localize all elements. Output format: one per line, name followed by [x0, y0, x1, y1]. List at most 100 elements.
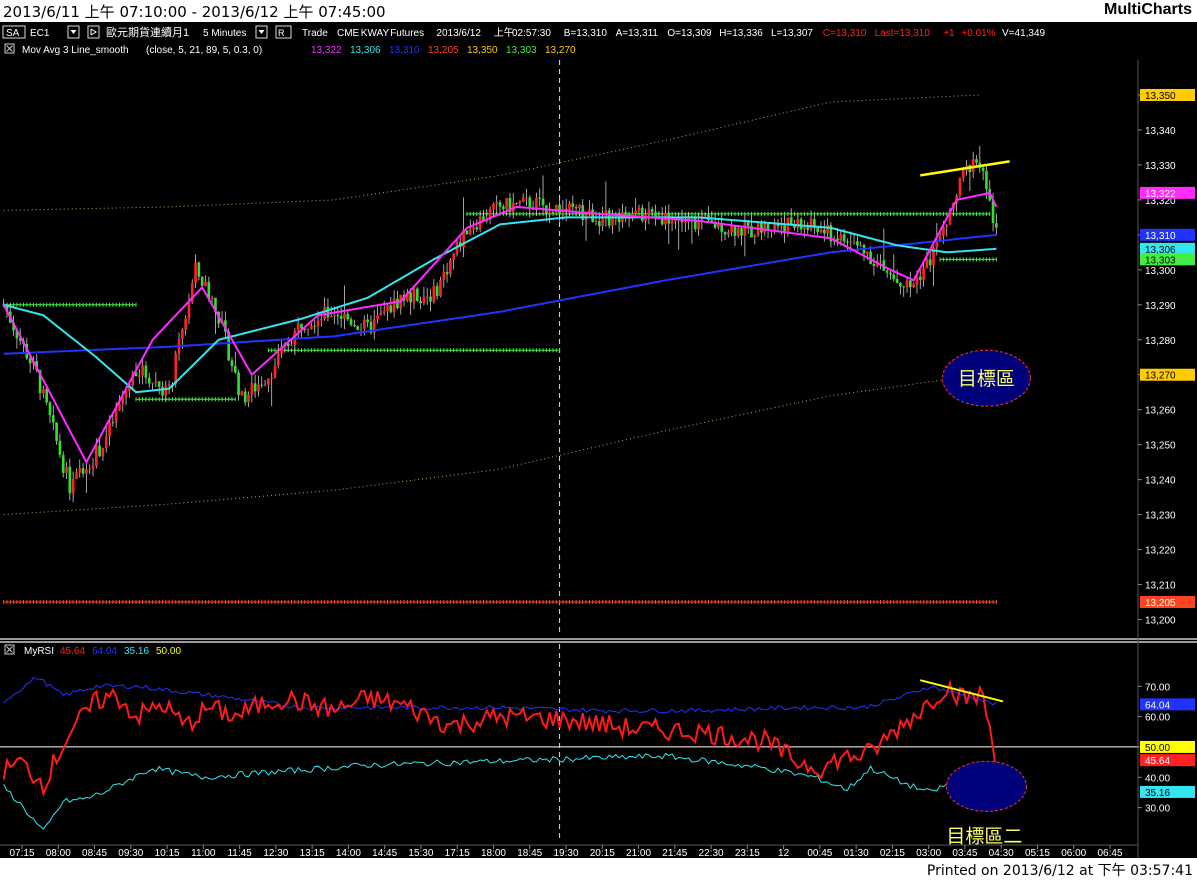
price-tick-label: 13,330	[1145, 161, 1176, 172]
candle-body	[65, 466, 68, 473]
candle-body	[273, 365, 277, 378]
candle-body	[578, 205, 581, 209]
rsi-value: 64.04	[92, 646, 117, 657]
candle-body	[892, 274, 896, 280]
print-timestamp: Printed on 2013/6/12 at 下午 03:57:41	[926, 863, 1193, 879]
price-tick-label: 13,340	[1145, 126, 1176, 137]
time-tick-label: 00:45	[807, 848, 832, 858]
quote-field: A=13,311	[616, 28, 659, 39]
price-marker-label: 13,205	[1145, 598, 1176, 609]
candle-body	[895, 279, 899, 284]
level-ticks	[3, 600, 997, 605]
rsi-indicator-name: MyRSI	[24, 646, 54, 657]
symbol-info-button[interactable]	[87, 25, 100, 39]
candle-body	[501, 206, 505, 210]
ma-params: (close, 5, 21, 89, 5, 0.3, 0)	[146, 45, 262, 56]
symbol-selector-label: SA	[6, 28, 20, 39]
r-button-label: R	[278, 28, 285, 38]
candle-body	[435, 286, 439, 296]
time-tick-label: 03:00	[916, 848, 941, 858]
time-tick-label: 22:30	[699, 848, 724, 858]
time-tick-label: 07:15	[9, 848, 34, 858]
candle-body	[475, 227, 479, 230]
price-tick-label: 13,210	[1145, 581, 1176, 592]
time-tick-label: 06:00	[1061, 848, 1086, 858]
rsi-marker: 35.16	[1140, 785, 1195, 799]
quote-field: 2013/6/12	[436, 28, 481, 39]
candle-body	[591, 209, 594, 222]
candle-body	[386, 305, 389, 312]
candle-body	[872, 263, 876, 266]
candle-body	[58, 440, 62, 455]
candle-body	[918, 276, 922, 280]
quote-field: KWAY	[361, 28, 390, 39]
candle-body	[237, 372, 240, 396]
candle-body	[181, 329, 184, 339]
time-tick-label: 01:30	[844, 848, 869, 858]
candle-body	[339, 316, 343, 319]
rsi-marker-label: 50.00	[1145, 743, 1170, 754]
ma-values: 13,322 13,306 13,310 13,205 13,350 13,303 13,2…	[311, 45, 576, 56]
candle-body	[468, 229, 472, 235]
candle-body	[306, 328, 310, 330]
quote-field: B=13,310	[564, 28, 608, 39]
candle-body	[521, 197, 525, 202]
rsi-marker-label: 35.16	[1145, 788, 1170, 799]
candle-body	[356, 326, 360, 330]
candle-body	[902, 286, 906, 288]
candle-body	[104, 436, 108, 449]
candle-body	[849, 241, 853, 243]
candle-body	[366, 319, 369, 323]
chart-canvas[interactable]: 目標區 目標區二 13,200 13,210 13,220 13,230 13,240 1…	[0, 22, 1197, 858]
price-tick-label: 13,220	[1145, 546, 1176, 557]
candle-body	[816, 228, 820, 232]
price-tick-label: 13,230	[1145, 511, 1176, 522]
quote-field: H=13,336	[719, 28, 763, 39]
time-tick-label: 03:45	[952, 848, 977, 858]
candle	[554, 204, 558, 213]
candle-body	[727, 232, 730, 235]
quote-field: +1	[943, 28, 955, 39]
candle-body	[763, 223, 767, 233]
target-zone-label: 目標區二	[946, 825, 1022, 847]
ma-indicator-name: Mov Avg 3 Line_smooth	[22, 45, 129, 56]
candle-body	[819, 229, 823, 232]
target-zone-ellipse	[945, 760, 1027, 812]
time-tick-label: 02:15	[880, 848, 905, 858]
candle-body	[336, 315, 340, 317]
ma-value: 13,322	[311, 45, 342, 56]
candle-body	[108, 422, 111, 437]
candle-body	[392, 298, 396, 313]
time-tick-label: 17:15	[445, 848, 470, 858]
candle-body	[472, 227, 475, 230]
candle-body	[439, 279, 442, 296]
price-marker: 13,270	[1140, 368, 1195, 382]
candle-body	[253, 383, 257, 392]
candle-body	[111, 422, 115, 424]
candle-body	[42, 389, 45, 394]
price-marker: 13,322	[1140, 186, 1195, 200]
rsi-tick-label: 30.00	[1145, 804, 1170, 815]
target-zone-2[interactable]: 目標區二	[945, 760, 1027, 847]
quote-field: 02:57:30	[512, 28, 551, 39]
candle-body	[396, 298, 399, 309]
time-tick-label: 19:30	[553, 848, 578, 858]
price-marker: 13,205	[1140, 596, 1195, 609]
time-tick-label: 04:30	[989, 848, 1014, 858]
candle-body	[885, 270, 889, 273]
price-tick-label: 13,280	[1145, 336, 1176, 347]
target-zone-1[interactable]: 目標區	[941, 349, 1031, 407]
candle-body	[389, 305, 393, 313]
candle-body	[333, 315, 336, 317]
candle-body	[28, 358, 32, 364]
candle-body	[144, 365, 148, 378]
candle-body	[310, 325, 313, 329]
candle-body	[449, 259, 452, 275]
ma-value: 13,310	[389, 45, 420, 56]
rsi-marker-label: 64.04	[1145, 700, 1170, 711]
candle-body	[839, 234, 843, 241]
candle-body	[323, 306, 326, 320]
rsi-marker: 50.00	[1140, 740, 1195, 754]
price-tick-label: 13,290	[1145, 301, 1176, 312]
candle-body	[61, 454, 65, 473]
